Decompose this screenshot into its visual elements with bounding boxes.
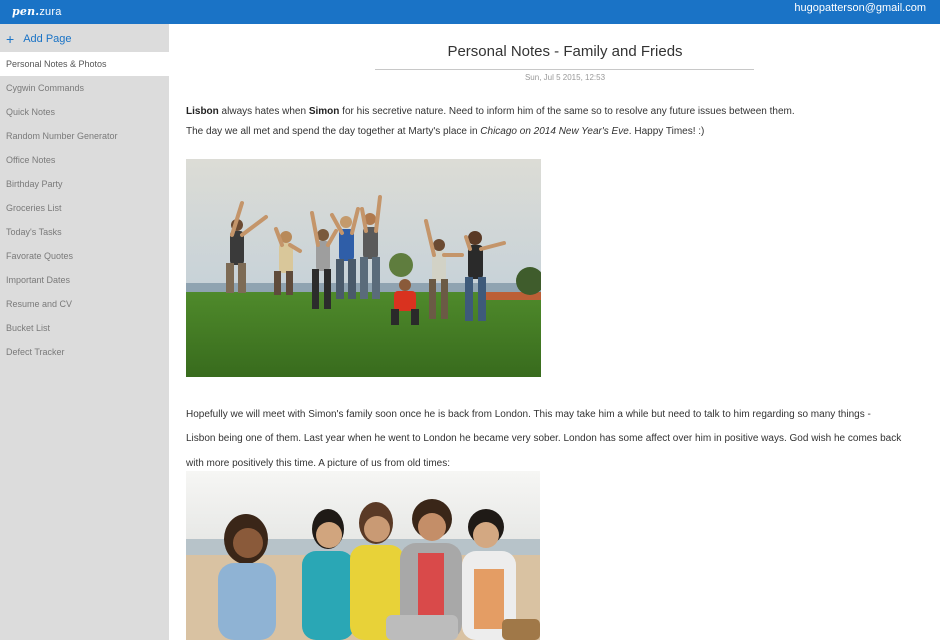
page-list: Personal Notes & Photos Cygwin Commands … bbox=[0, 52, 169, 364]
paragraph-1[interactable]: Lisbon always hates when Simon for his s… bbox=[186, 106, 795, 117]
sidebar-item-random-number-generator[interactable]: Random Number Generator bbox=[0, 124, 169, 148]
paragraph-3-line-1[interactable]: Hopefully we will meet with Simon's fami… bbox=[186, 409, 871, 420]
p2-italic-text: Chicago on 2014 New Year's Eve bbox=[480, 126, 629, 137]
friends-beach-photo[interactable] bbox=[186, 471, 540, 640]
add-page-button[interactable]: + Add Page bbox=[6, 31, 72, 47]
p2-text-2: . Happy Times! :) bbox=[628, 126, 705, 137]
sidebar-item-quick-notes[interactable]: Quick Notes bbox=[0, 100, 169, 124]
sidebar-item-resume-and-cv[interactable]: Resume and CV bbox=[0, 292, 169, 316]
user-email[interactable]: hugopatterson@gmail.com bbox=[794, 2, 926, 14]
group-jumping-photo[interactable] bbox=[186, 159, 541, 377]
sidebar-item-cygwin-commands[interactable]: Cygwin Commands bbox=[0, 76, 169, 100]
logo-text: zura bbox=[39, 6, 62, 18]
note-date: Sun, Jul 5 2015, 12:53 bbox=[524, 73, 606, 82]
sidebar-item-important-dates[interactable]: Important Dates bbox=[0, 268, 169, 292]
logo-script: pen. bbox=[12, 5, 40, 18]
app-logo[interactable]: pen.zura bbox=[12, 5, 62, 18]
title-divider bbox=[375, 69, 754, 70]
sidebar: + Add Page Personal Notes & Photos Cygwi… bbox=[0, 24, 169, 640]
name-simon: Simon bbox=[308, 106, 340, 117]
sidebar-item-todays-tasks[interactable]: Today's Tasks bbox=[0, 220, 169, 244]
p1-text-2: for his secretive nature. Need to inform… bbox=[339, 106, 795, 117]
sidebar-item-defect-tracker[interactable]: Defect Tracker bbox=[0, 340, 169, 364]
p1-text-1: always hates when bbox=[218, 106, 309, 117]
sidebar-item-favorate-quotes[interactable]: Favorate Quotes bbox=[0, 244, 169, 268]
note-content: Personal Notes - Family and Frieds Sun, … bbox=[169, 24, 940, 640]
beach-photo-image bbox=[186, 471, 540, 640]
paragraph-3-line-2[interactable]: Lisbon being one of them. Last year when… bbox=[186, 433, 901, 444]
p2-text-1: The day we all met and spend the day tog… bbox=[186, 126, 481, 137]
top-bar: pen.zura hugopatterson@gmail.com bbox=[0, 0, 940, 24]
note-title[interactable]: Personal Notes - Family and Frieds bbox=[375, 43, 755, 60]
sidebar-item-birthday-party[interactable]: Birthday Party bbox=[0, 172, 169, 196]
plus-icon: + bbox=[6, 31, 15, 47]
sidebar-item-personal-notes-photos[interactable]: Personal Notes & Photos bbox=[0, 52, 169, 76]
name-lisbon: Lisbon bbox=[186, 106, 219, 117]
paragraph-3-line-3[interactable]: with more positively this time. A pictur… bbox=[186, 458, 450, 469]
add-page-label: Add Page bbox=[23, 33, 72, 45]
sidebar-item-groceries-list[interactable]: Groceries List bbox=[0, 196, 169, 220]
paragraph-2[interactable]: The day we all met and spend the day tog… bbox=[186, 126, 704, 137]
sidebar-item-office-notes[interactable]: Office Notes bbox=[0, 148, 169, 172]
sidebar-item-bucket-list[interactable]: Bucket List bbox=[0, 316, 169, 340]
jumping-photo-image bbox=[186, 159, 541, 377]
